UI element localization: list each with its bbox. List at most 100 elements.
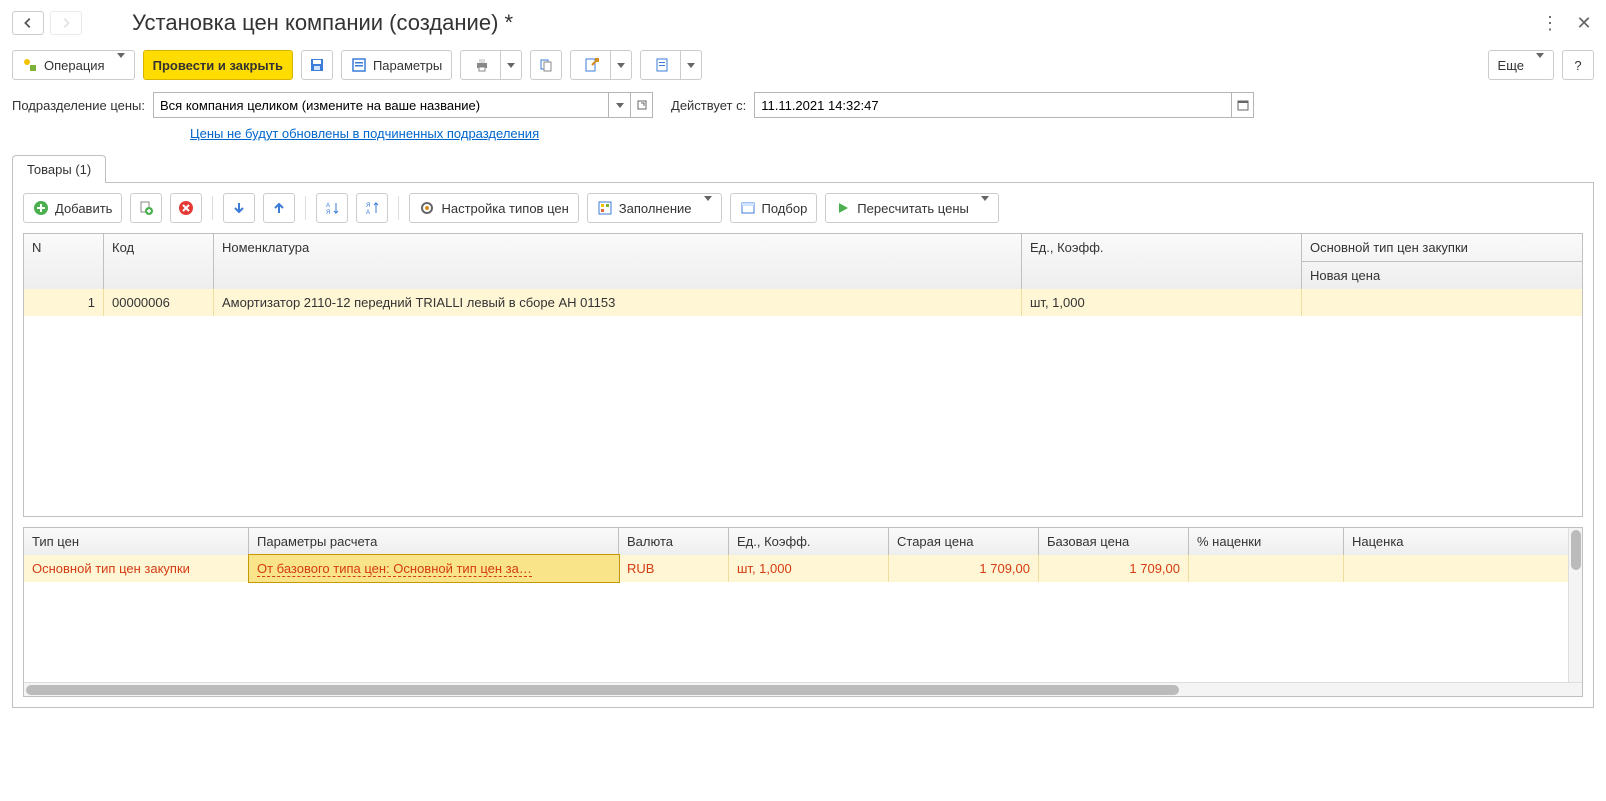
h-scrollbar[interactable] (24, 682, 1582, 696)
svg-text:А: А (366, 210, 370, 216)
col-price-type: Основной тип цен закупки (1302, 234, 1582, 262)
col-code[interactable]: Код (104, 234, 214, 289)
arrow-up-icon (271, 200, 287, 216)
col-name[interactable]: Номенклатура (214, 234, 1022, 289)
fill-icon (597, 200, 613, 216)
configure-types-label: Настройка типов цен (441, 201, 568, 216)
col2-unit[interactable]: Ед., Коэфф. (729, 528, 889, 555)
print-icon (474, 57, 490, 73)
cell2-currency: RUB (619, 555, 729, 582)
params-label: Параметры (373, 58, 442, 73)
goods-table[interactable]: N Код Номенклатура Ед., Коэфф. Основной … (23, 233, 1583, 517)
cell2-old: 1 709,00 (889, 555, 1039, 582)
sort-desc-button[interactable]: ЯА (356, 193, 388, 223)
fill-button[interactable]: Заполнение (587, 193, 722, 223)
duplicate-icon (138, 200, 154, 216)
copy-button[interactable] (530, 50, 562, 80)
help-label: ? (1574, 58, 1581, 73)
v-scrollbar[interactable] (1568, 528, 1582, 682)
add-label: Добавить (55, 201, 112, 216)
more-actions-icon[interactable]: ⋮ (1540, 13, 1560, 34)
svg-text:Я: Я (366, 203, 370, 209)
cell2-pct (1189, 555, 1344, 582)
more-button[interactable]: Еще (1488, 50, 1554, 80)
pick-button[interactable]: Подбор (730, 193, 818, 223)
price-row[interactable]: Основной тип цен закупки От базового тип… (24, 555, 1582, 582)
export-button[interactable] (570, 50, 632, 80)
cell2-type: Основной тип цен закупки (24, 555, 249, 582)
fill-label: Заполнение (619, 201, 692, 216)
print-button[interactable] (460, 50, 522, 80)
price-table[interactable]: Тип цен Параметры расчета Валюта Ед., Ко… (23, 527, 1583, 697)
col2-markup[interactable]: Наценка (1344, 528, 1582, 555)
effective-calendar[interactable] (1232, 92, 1254, 118)
arrow-down-icon (231, 200, 247, 216)
col-n[interactable]: N (24, 234, 104, 289)
configure-types-button[interactable]: Настройка типов цен (409, 193, 578, 223)
params-button[interactable]: Параметры (341, 50, 452, 80)
save-icon (309, 57, 325, 73)
col-unit[interactable]: Ед., Коэфф. (1022, 234, 1302, 289)
page-title: Установка цен компании (создание) * (132, 10, 1540, 36)
cell2-unit: шт, 1,000 (729, 555, 889, 582)
gear-icon (419, 200, 435, 216)
col2-params[interactable]: Параметры расчета (249, 528, 619, 555)
move-down-button[interactable] (223, 193, 255, 223)
help-button[interactable]: ? (1562, 50, 1594, 80)
run-and-close-button[interactable]: Провести и закрыть (143, 50, 293, 80)
delete-icon (178, 200, 194, 216)
sort-asc-button[interactable]: АЯ (316, 193, 348, 223)
cell-n: 1 (24, 289, 104, 316)
col2-old[interactable]: Старая цена (889, 528, 1039, 555)
effective-label: Действует с: (671, 98, 746, 113)
cell-name: Амортизатор 2110-12 передний TRIALLI лев… (214, 289, 1022, 316)
svg-text:А: А (326, 203, 330, 209)
delete-button[interactable] (170, 193, 202, 223)
duplicate-button[interactable] (130, 193, 162, 223)
back-button[interactable] (12, 11, 44, 35)
add-button[interactable]: Добавить (23, 193, 122, 223)
division-dropdown[interactable] (609, 92, 631, 118)
note-link[interactable]: Цены не будут обновлены в подчиненных по… (190, 126, 539, 141)
col2-currency[interactable]: Валюта (619, 528, 729, 555)
cell2-markup (1344, 555, 1582, 582)
division-open[interactable] (631, 92, 653, 118)
forward-button[interactable] (50, 11, 82, 35)
save-button[interactable] (301, 50, 333, 80)
cell-unit: шт, 1,000 (1022, 289, 1302, 316)
pick-icon (740, 200, 756, 216)
cell2-params[interactable]: От базового типа цен: Основной тип цен з… (249, 555, 619, 582)
play-icon (835, 200, 851, 216)
cell-price (1302, 289, 1582, 316)
operation-button[interactable]: Операция (12, 50, 135, 80)
sort-asc-icon: АЯ (324, 200, 340, 216)
col2-type[interactable]: Тип цен (24, 528, 249, 555)
effective-input[interactable] (754, 92, 1232, 118)
table-row[interactable]: 1 00000006 Амортизатор 2110-12 передний … (24, 289, 1582, 316)
operation-label: Операция (44, 58, 105, 73)
run-and-close-label: Провести и закрыть (153, 58, 283, 73)
sort-desc-icon: ЯА (364, 200, 380, 216)
recalc-label: Пересчитать цены (857, 201, 969, 216)
export-icon (584, 57, 600, 73)
tab-goods[interactable]: Товары (1) (12, 155, 106, 183)
svg-text:Я: Я (326, 210, 330, 216)
col-price[interactable]: Основной тип цен закупки Новая цена (1302, 234, 1582, 289)
params-link[interactable]: От базового типа цен: Основной тип цен з… (257, 561, 532, 577)
report-button[interactable] (640, 50, 702, 80)
cell2-base: 1 709,00 (1039, 555, 1189, 582)
report-icon (654, 57, 670, 73)
pick-label: Подбор (762, 201, 808, 216)
recalc-button[interactable]: Пересчитать цены (825, 193, 999, 223)
col2-base[interactable]: Базовая цена (1039, 528, 1189, 555)
move-up-button[interactable] (263, 193, 295, 223)
division-input[interactable] (153, 92, 609, 118)
cell-code: 00000006 (104, 289, 214, 316)
copy-icon (538, 57, 554, 73)
params-icon (351, 57, 367, 73)
col-new-price: Новая цена (1302, 262, 1582, 289)
close-icon[interactable]: ✕ (1574, 13, 1594, 34)
col2-pct[interactable]: % наценки (1189, 528, 1344, 555)
operation-icon (22, 57, 38, 73)
plus-icon (33, 200, 49, 216)
